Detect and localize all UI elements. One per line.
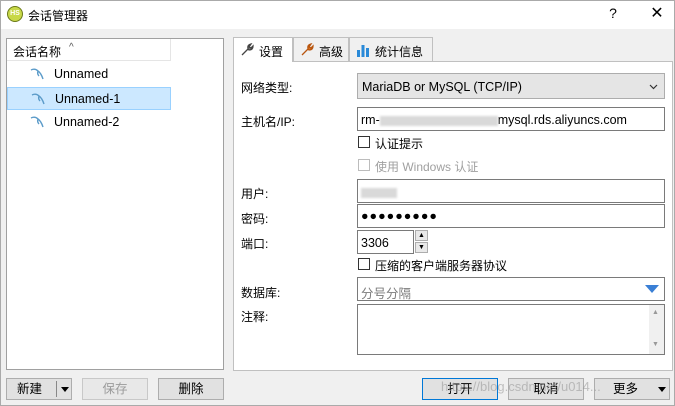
session-list-header[interactable]: 会话名称 ^ (7, 39, 171, 61)
auth-prompt-label: 认证提示 (375, 137, 424, 151)
watermark-text: https://blog.csdn.net/u014... (441, 379, 601, 394)
mysql-dolphin-icon (31, 93, 45, 105)
delete-button[interactable]: 删除 (158, 378, 224, 400)
dropdown-arrow-icon[interactable] (61, 387, 69, 392)
bar-chart-icon (357, 45, 369, 57)
password-input[interactable]: ●●●●●●●●● (357, 204, 665, 228)
auth-prompt-checkbox[interactable] (358, 136, 370, 148)
tab-advanced[interactable]: 高级 (293, 37, 349, 61)
help-button[interactable]: ? (605, 5, 621, 23)
close-button[interactable]: ✕ (646, 3, 668, 25)
split-divider (56, 381, 57, 397)
triangle-down-icon[interactable] (645, 285, 659, 293)
password-mask: ●●●●●●●●● (361, 209, 438, 223)
compress-protocol-label: 压缩的客户端服务器协议 (375, 259, 508, 273)
user-input[interactable] (357, 179, 665, 203)
database-placeholder: 分号分隔 (361, 287, 412, 301)
hostname-label: 主机名/IP: (241, 115, 296, 129)
tab-label: 设置 (259, 45, 284, 59)
session-item-unnamed-1[interactable]: Unnamed-1 (7, 87, 171, 110)
user-value (361, 185, 397, 199)
new-button-label: 新建 (17, 382, 43, 396)
windows-auth-label: 使用 Windows 认证 (375, 160, 479, 174)
redacted-hostname-segment (379, 115, 498, 126)
database-combo[interactable]: 分号分隔 (357, 277, 665, 301)
port-increment-button[interactable]: ▲ (415, 230, 428, 241)
windows-auth-checkbox (358, 159, 370, 171)
port-label: 端口: (241, 237, 269, 251)
tab-label: 统计信息 (375, 45, 424, 59)
session-item-unnamed[interactable]: Unnamed (7, 63, 171, 86)
sort-ascending-icon: ^ (69, 42, 74, 53)
compress-protocol-checkbox[interactable] (358, 258, 370, 270)
redacted-username (361, 187, 397, 198)
password-label: 密码: (241, 212, 269, 226)
heidisql-app-icon: HS (7, 6, 23, 22)
network-type-label: 网络类型: (241, 81, 293, 95)
network-type-value: MariaDB or MySQL (TCP/IP) (362, 80, 522, 94)
session-label: Unnamed (54, 67, 109, 81)
user-label: 用户: (241, 187, 269, 201)
hostname-suffix: mysql.rds.aliyuncs.com (497, 113, 627, 127)
scroll-up-icon[interactable]: ▲ (652, 309, 659, 316)
network-type-dropdown[interactable]: MariaDB or MySQL (TCP/IP) (357, 73, 665, 99)
mysql-dolphin-icon (30, 116, 44, 128)
session-name-column-label: 会话名称 (13, 45, 62, 59)
scroll-down-icon[interactable]: ▼ (652, 341, 659, 348)
tab-settings[interactable]: 设置 (233, 37, 293, 62)
port-value: 3306 (361, 236, 389, 250)
hostname-value: rm-mysql.rds.aliyuncs.com (361, 113, 627, 127)
session-item-unnamed-2[interactable]: Unnamed-2 (7, 111, 171, 134)
save-button: 保存 (82, 378, 148, 400)
mysql-dolphin-icon (30, 68, 44, 80)
notes-textarea[interactable]: ▲ ▼ (357, 304, 665, 355)
title-bar: HS 会话管理器 ? ✕ (1, 1, 674, 29)
more-button-label: 更多 (613, 382, 639, 396)
dropdown-arrow-icon (658, 387, 666, 392)
session-manager-window: HS 会话管理器 ? ✕ 会话名称 ^ Unnamed Unnamed-1 Un… (0, 0, 675, 406)
hostname-prefix: rm- (361, 113, 380, 127)
session-list[interactable]: 会话名称 ^ Unnamed Unnamed-1 Unnamed-2 (6, 38, 224, 370)
wrench-orange-icon (301, 42, 314, 56)
window-title: 会话管理器 (28, 9, 89, 23)
notes-scrollbar[interactable]: ▲ ▼ (649, 305, 664, 354)
session-label: Unnamed-2 (54, 115, 120, 129)
port-input[interactable]: 3306 (357, 230, 414, 254)
tab-label: 高级 (319, 45, 344, 59)
notes-label: 注释: (241, 310, 269, 324)
new-button[interactable]: 新建 (6, 378, 72, 400)
session-label: Unnamed-1 (55, 92, 121, 106)
wrench-icon (241, 42, 254, 56)
tab-statistics[interactable]: 统计信息 (349, 37, 433, 61)
port-decrement-button[interactable]: ▼ (415, 242, 428, 253)
chevron-down-icon (649, 84, 658, 90)
more-button[interactable]: 更多 (594, 378, 670, 400)
database-label: 数据库: (241, 286, 281, 300)
hostname-input[interactable]: rm-mysql.rds.aliyuncs.com (357, 107, 665, 131)
